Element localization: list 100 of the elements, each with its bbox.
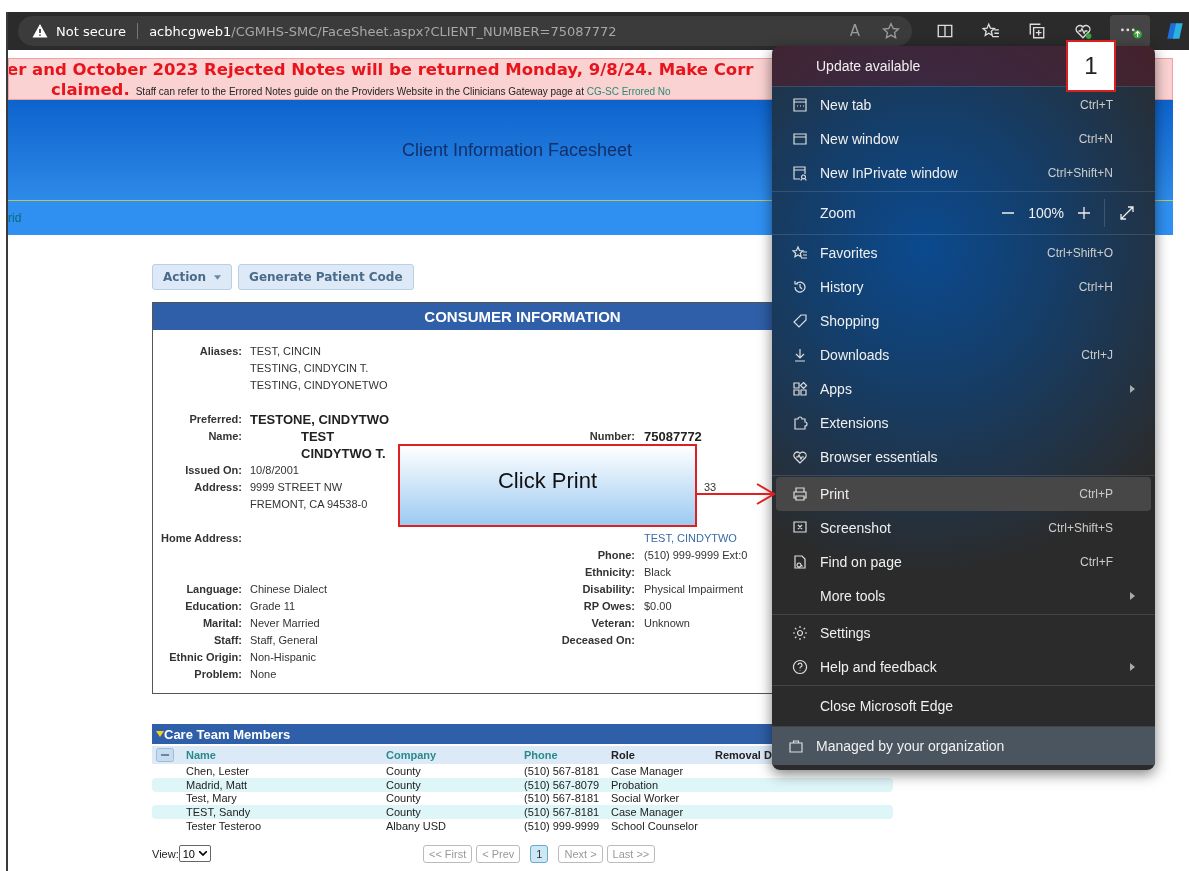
help-icon <box>792 659 808 675</box>
collections-icon[interactable] <box>1028 22 1046 40</box>
field-value: 9999 STREET NW <box>250 481 343 493</box>
table-cell-text: (510) 567-8181 <box>524 806 601 819</box>
field-value: 75087772 <box>644 429 702 444</box>
field-value: Non-Hispanic <box>250 651 317 663</box>
caret-icon <box>214 274 222 280</box>
heart-pulse-icon[interactable] <box>1074 22 1092 40</box>
field-label: Name: <box>208 430 242 442</box>
zoom-level: 100% <box>1028 205 1064 221</box>
table-cell-text: Tester Testeroo <box>186 820 262 833</box>
star-list-icon <box>792 245 808 261</box>
menu-item[interactable]: More tools <box>776 579 1151 613</box>
puzzle-icon <box>792 415 808 431</box>
table-cell-text: Albany USD <box>386 820 447 833</box>
field-label: Ethnic Origin: <box>169 651 242 663</box>
menu-item[interactable]: Print Ctrl+P <box>776 477 1151 511</box>
keyboard-shortcut: Ctrl+F <box>1080 555 1113 569</box>
menu-item[interactable]: Apps <box>776 372 1151 406</box>
pager-button[interactable]: 1 <box>530 845 549 863</box>
menu-item[interactable]: Find on page Ctrl+F <box>776 545 1151 579</box>
field-link[interactable]: TEST, CINDYTWO <box>644 532 737 544</box>
action-button[interactable]: Generate Patient Code <box>238 264 414 290</box>
field-label: Aliases: <box>199 345 242 357</box>
table-cell-text: School Counselor <box>611 820 699 833</box>
table-cell-text: Madrid, Matt <box>186 778 249 791</box>
menu-item[interactable]: Extensions <box>776 406 1151 440</box>
field-label: Number: <box>589 430 635 442</box>
keyboard-shortcut: Ctrl+Shift+N <box>1047 166 1113 180</box>
field-value: None <box>250 668 277 680</box>
field-label: Marital: <box>202 617 242 629</box>
table-cell-text: Test, Mary <box>186 792 238 805</box>
section-title: Care Team Members <box>164 726 291 742</box>
collapse-button[interactable] <box>156 748 174 762</box>
table-cell-text: Case Manager <box>611 764 685 777</box>
briefcase-icon <box>788 738 804 754</box>
menu-item[interactable]: Browser essentials <box>776 440 1151 474</box>
table-cell-text: (510) 567-8181 <box>524 764 601 777</box>
field-label: RP Owes: <box>583 600 635 612</box>
field-value: Grade 11 <box>250 600 296 612</box>
field-value: Chinese Dialect <box>250 583 328 595</box>
security-label: Not secure <box>56 23 127 39</box>
managed-notice[interactable]: Managed by your organization <box>772 727 1155 765</box>
split-screen-icon[interactable] <box>936 22 954 40</box>
page-title: Client Information Facesheet <box>402 139 633 161</box>
more-menu-button[interactable] <box>1110 15 1150 47</box>
menu-item[interactable]: Help and feedback <box>776 650 1151 684</box>
menu-item[interactable]: Downloads Ctrl+J <box>776 338 1151 372</box>
field-value: TEST <box>301 429 335 444</box>
address-bar[interactable]: Not secure acbhcgweb1/CGMHS-SMC/FaceSheet.aspx?CLIENT_NUMBER=75087772 A <box>18 16 912 46</box>
field-value: TESTONE, CINDYTWO <box>250 412 390 427</box>
view-select[interactable]: 10 <box>178 845 211 863</box>
table-cell-text: County <box>386 806 422 819</box>
copilot-icon[interactable] <box>1164 20 1186 42</box>
view-label: View: <box>152 848 179 860</box>
field-label: Home Address: <box>161 532 242 544</box>
table-cell-text: Chen, Lester <box>186 764 250 777</box>
action-dropdown[interactable]: Action <box>152 264 233 290</box>
field-value: Unknown <box>644 617 690 629</box>
menu-item[interactable]: Settings <box>776 616 1151 650</box>
keyboard-shortcut: Ctrl+Shift+O <box>1046 246 1113 260</box>
find-icon <box>792 554 808 570</box>
keyboard-shortcut: Ctrl+N <box>1078 132 1113 146</box>
private-window-icon <box>792 165 808 181</box>
banner-headline-end: claimed. <box>51 80 130 99</box>
menu-item[interactable]: Favorites Ctrl+Shift+O <box>776 236 1151 270</box>
menu-item[interactable]: New InPrivate window Ctrl+Shift+N <box>776 156 1151 190</box>
banner-note: Staff can refer to the Errored Notes guide on the Providers Website in the Clinicians Gateway page at CG-SC Errored No <box>135 86 671 97</box>
menu-item[interactable]: New window Ctrl+N <box>776 122 1151 156</box>
column-header: Removal D <box>715 749 773 761</box>
table-cell-text: County <box>386 778 422 791</box>
field-label: Veteran: <box>591 617 635 629</box>
fullscreen-button[interactable] <box>1119 205 1135 221</box>
keyboard-shortcut: Ctrl+T <box>1080 98 1113 112</box>
heart-pulse-icon <box>792 449 808 465</box>
keyboard-shortcut: Ctrl+J <box>1081 348 1113 362</box>
tag-icon <box>792 313 808 329</box>
menu-item[interactable]: Close Microsoft Edge <box>776 687 1151 725</box>
field-value: 33 <box>704 481 717 493</box>
read-aloud-button[interactable]: A <box>849 22 860 40</box>
field-value: 10/8/2001 <box>250 464 299 476</box>
field-value: Physical Impairment <box>644 583 744 595</box>
favorite-star-icon[interactable] <box>882 22 900 40</box>
field-label: Language: <box>186 583 242 595</box>
zoom-label: Zoom <box>819 205 857 221</box>
field-value: $0.00 <box>644 600 672 612</box>
table-cell-text: (510) 999-9999 <box>524 820 601 833</box>
zoom-in-button[interactable] <box>1076 205 1092 221</box>
step-number-callout: 1 <box>1066 40 1116 92</box>
menu-item[interactable]: History Ctrl+H <box>776 270 1151 304</box>
menu-item[interactable]: Screenshot Ctrl+Shift+S <box>776 511 1151 545</box>
field-label: Disability: <box>582 583 635 595</box>
table-cell-text: Probation <box>611 778 660 791</box>
column-header: Role <box>611 749 636 761</box>
caret-icon <box>198 851 207 857</box>
field-value: TESTING, CINDYONETWO <box>250 379 388 391</box>
field-value: Staff, General <box>250 634 318 646</box>
table-cell-text: (510) 567-8181 <box>524 792 601 805</box>
star-list-icon[interactable] <box>982 22 1000 40</box>
field-value: Black <box>644 566 671 578</box>
